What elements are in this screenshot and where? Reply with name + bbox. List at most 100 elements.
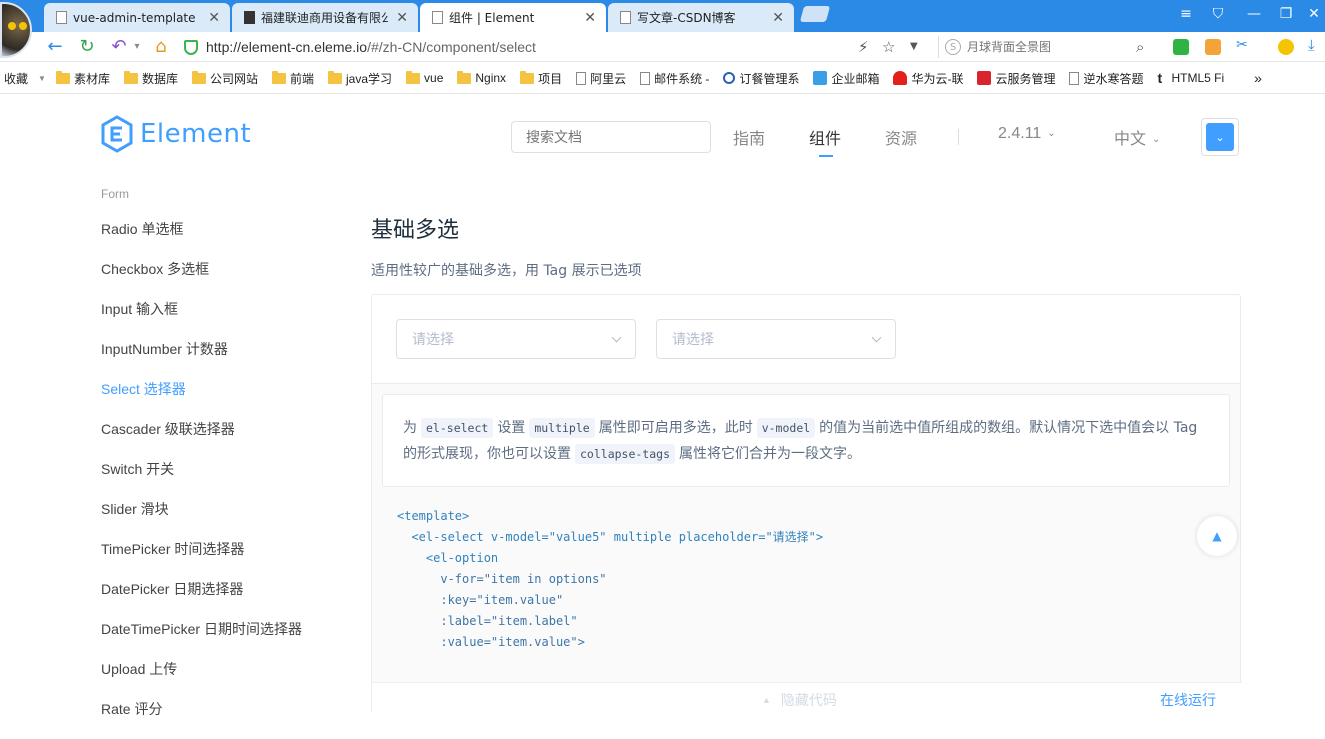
nav-resource[interactable]: 资源 — [885, 125, 917, 149]
nav-component[interactable]: 组件 — [809, 125, 841, 157]
close-icon[interactable]: ✕ — [584, 10, 596, 26]
code-line: :label="item.label" — [397, 614, 578, 628]
sidebar-item-input[interactable]: Input 输入框 — [101, 299, 341, 339]
back-to-top-button[interactable]: ▲ — [1197, 516, 1237, 556]
browser-search[interactable]: S — [938, 36, 1156, 58]
tab-label: vue-admin-template — [73, 10, 196, 25]
hide-code-button[interactable]: ▲ 隐藏代码 — [762, 690, 837, 710]
bookmark-item[interactable]: 邮件系统 - — [640, 70, 709, 87]
wechat-icon[interactable] — [1173, 39, 1189, 55]
multi-select-2[interactable]: 请选择 — [656, 319, 896, 359]
chevron-down-icon: ▼ — [38, 73, 46, 83]
language-label: 中文 — [1114, 131, 1147, 148]
bookmark-label: 公司网站 — [209, 71, 258, 86]
theme-picker-button[interactable]: ⌄ — [1201, 118, 1239, 156]
bookmark-item[interactable]: t HTML5 Fi — [1158, 71, 1225, 85]
bookmark-item[interactable]: 数据库 — [123, 70, 178, 87]
bookmark-item[interactable]: 云服务管理 — [977, 70, 1055, 87]
doc-search-input[interactable] — [511, 121, 711, 153]
bookmark-item[interactable]: 企业邮箱 — [813, 70, 879, 87]
bookmark-label: 邮件系统 - — [654, 71, 710, 86]
sidebar-item-inputnumber[interactable]: InputNumber 计数器 — [101, 339, 341, 379]
version-dropdown[interactable]: 2.4.11 ⌄ — [998, 125, 1056, 143]
bookmark-item[interactable]: 素材库 — [55, 70, 110, 87]
sidebar-item-select[interactable]: Select 选择器 — [101, 379, 341, 419]
sidebar-item-switch[interactable]: Switch 开关 — [101, 459, 341, 499]
address-bar[interactable]: http://element-cn.eleme.io/#/zh-CN/compo… — [184, 35, 924, 59]
bookmark-item[interactable]: 项目 — [520, 70, 562, 87]
menu-icon[interactable]: ≡ — [1175, 6, 1197, 22]
chevron-down-icon[interactable]: ▼ — [910, 41, 918, 52]
skin-icon[interactable]: ⛉ — [1207, 6, 1229, 22]
close-icon[interactable]: ✕ — [772, 10, 784, 26]
search-engine-icon: S — [945, 39, 961, 55]
emoji-icon[interactable] — [1278, 39, 1294, 55]
bookmark-item[interactable]: 公司网站 — [191, 70, 258, 87]
restore-icon[interactable]: ❐ — [1275, 6, 1297, 22]
bookmark-label: 数据库 — [141, 71, 178, 86]
refresh-icon[interactable]: ↻ — [76, 36, 98, 58]
tip-text: 为 — [403, 420, 417, 436]
site-icon — [244, 11, 255, 24]
sidebar-item-timepicker[interactable]: TimePicker 时间选择器 — [101, 539, 341, 579]
star-icon[interactable]: ☆ — [882, 38, 895, 56]
bookmark-item[interactable]: 订餐管理系 — [723, 70, 799, 87]
close-icon[interactable]: ✕ — [396, 10, 408, 26]
bookmark-item[interactable]: 逆水寒答题 — [1069, 70, 1144, 87]
close-icon[interactable]: ✕ — [208, 10, 220, 26]
new-tab-button[interactable] — [799, 6, 831, 22]
close-window-icon[interactable]: ✕ — [1303, 6, 1325, 22]
code-line: :value="item.value"> — [397, 635, 585, 649]
demo-control-bar[interactable]: ▲ 隐藏代码 在线运行 — [372, 682, 1242, 714]
multi-select-1[interactable]: 请选择 — [396, 319, 636, 359]
home-icon[interactable]: ⌂ — [150, 36, 172, 58]
bookmark-item[interactable]: Nginx — [457, 70, 506, 85]
browser-tab-1[interactable]: vue-admin-template ✕ — [44, 3, 230, 32]
browser-tab-3[interactable]: 组件 | Element ✕ — [420, 3, 606, 32]
sidebar-item-cascader[interactable]: Cascader 级联选择器 — [101, 419, 341, 459]
folder-icon — [123, 70, 138, 84]
sidebar-item-upload[interactable]: Upload 上传 — [101, 659, 341, 699]
demo-meta: 为 el-select 设置 multiple 属性即可启用多选，此时 v-model 的值… — [372, 384, 1240, 714]
sidebar-item-datetimepicker[interactable]: DateTimePicker 日期时间选择器 — [101, 619, 341, 659]
element-logo[interactable]: Element — [100, 115, 251, 153]
browser-tab-2[interactable]: 福建联迪商用设备有限公 ✕ — [232, 3, 418, 32]
bookmark-label: 前端 — [289, 71, 314, 86]
demo-source: 请选择 请选择 — [372, 295, 1240, 384]
section-title: 基础多选 — [371, 218, 460, 243]
browser-tab-4[interactable]: 写文章-CSDN博客 ✕ — [608, 3, 794, 32]
language-dropdown[interactable]: 中文 ⌄ — [1114, 125, 1160, 149]
scissors-icon[interactable]: ✂ — [1236, 37, 1252, 53]
code-block: <template> <el-select v-model="value5" m… — [397, 506, 823, 653]
bookmark-item[interactable]: 前端 — [271, 70, 314, 87]
chevron-down-icon: ⌄ — [1206, 123, 1234, 151]
minimize-icon[interactable]: — — [1243, 6, 1265, 22]
search-icon[interactable]: ⌕ — [1136, 38, 1144, 56]
bookmark-item[interactable]: 华为云-联 — [893, 70, 963, 87]
chevron-down-icon — [871, 332, 882, 342]
run-online-button[interactable]: 在线运行 — [1160, 690, 1216, 710]
version-label: 2.4.11 — [998, 125, 1042, 142]
sidebar-item-radio[interactable]: Radio 单选框 — [101, 219, 341, 259]
sidebar-item-checkbox[interactable]: Checkbox 多选框 — [101, 259, 341, 299]
inline-code: v-model — [756, 418, 816, 438]
nav-guide[interactable]: 指南 — [733, 125, 765, 149]
bookmarks-menu[interactable]: 收藏 ▼ — [4, 70, 46, 87]
section-description: 适用性较广的基础多选，用 Tag 展示已选项 — [371, 263, 642, 279]
download-icon[interactable]: ⤓ — [1308, 36, 1324, 54]
back-icon[interactable]: ← — [44, 36, 66, 58]
bookmark-item[interactable]: java学习 — [328, 70, 392, 87]
tip-text: 设置 — [497, 420, 526, 436]
extension-icon[interactable] — [1205, 39, 1221, 55]
lightning-icon[interactable]: ⚡ — [858, 38, 869, 56]
tumblr-icon: t — [1157, 70, 1163, 86]
bookmark-item[interactable]: vue — [406, 70, 443, 85]
sidebar-item-datepicker[interactable]: DatePicker 日期选择器 — [101, 579, 341, 619]
hide-code-label: 隐藏代码 — [780, 692, 837, 708]
sidebar-item-slider[interactable]: Slider 滑块 — [101, 499, 341, 539]
bookmarks-more-button[interactable]: » — [1254, 70, 1262, 86]
bookmark-item[interactable]: 阿里云 — [576, 70, 626, 87]
sidebar-item-rate[interactable]: Rate 评分 — [101, 699, 341, 739]
chevron-down-icon[interactable]: ▾ — [126, 36, 148, 58]
browser-search-input[interactable] — [967, 40, 1117, 54]
